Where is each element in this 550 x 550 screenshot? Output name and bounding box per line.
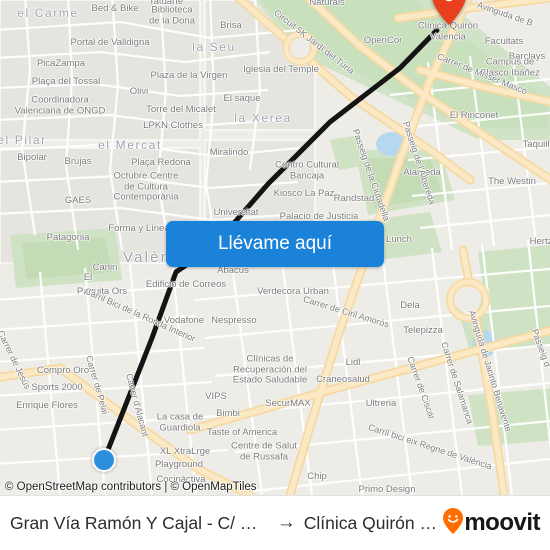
trip-summary[interactable]: Gran Vía Ramón Y Cajal - C/ Bail… → Clín… xyxy=(10,512,439,534)
arrow-right-icon: → xyxy=(276,512,296,533)
map-attribution[interactable]: © OpenStreetMap contributors | © OpenMap… xyxy=(5,481,257,493)
moovit-wordmark: moovit xyxy=(464,509,540,536)
destination-label: Clínica Quirón V… xyxy=(303,512,440,533)
destination-pin[interactable] xyxy=(432,0,466,30)
trip-footer-bar: Gran Vía Ramón Y Cajal - C/ Bail… → Clín… xyxy=(0,495,550,550)
moovit-route-screen: el Carme Bed & Bike Tatuarte Biblioteca de … xyxy=(0,0,550,550)
origin-label: Gran Vía Ramón Y Cajal - C/ Bail… xyxy=(10,512,269,533)
start-dot[interactable] xyxy=(92,448,116,472)
moovit-logo[interactable]: moovit xyxy=(443,507,540,539)
map-canvas[interactable]: el Carme Bed & Bike Tatuarte Biblioteca de … xyxy=(0,0,550,495)
moovit-pin-icon xyxy=(443,507,464,539)
take-me-here-button[interactable]: Llévame aquí xyxy=(166,221,384,267)
